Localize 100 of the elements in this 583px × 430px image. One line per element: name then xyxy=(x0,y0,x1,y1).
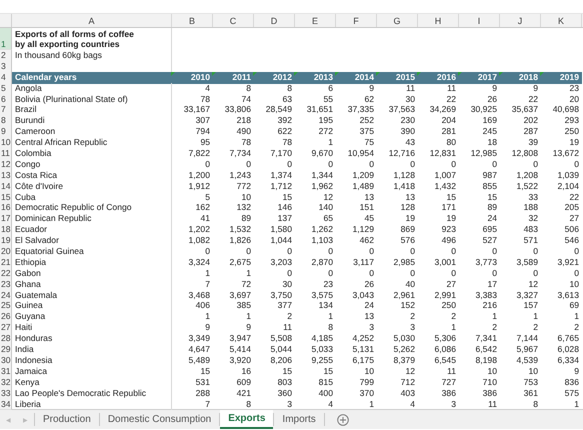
column-header[interactable]: K xyxy=(541,14,582,27)
row-header[interactable]: 34 xyxy=(0,398,12,410)
row-header[interactable]: 18 xyxy=(0,224,12,236)
row-header[interactable]: 29 xyxy=(0,344,12,356)
column-header[interactable]: C xyxy=(213,14,254,27)
table-cell: 1,243 xyxy=(229,170,251,180)
table-cell: 5,414 xyxy=(229,344,251,354)
table-cell: 7,341 xyxy=(475,333,497,344)
column-header[interactable]: J xyxy=(500,14,541,27)
table-cell: 3,327 xyxy=(516,290,538,300)
row-header[interactable]: 10 xyxy=(0,137,12,150)
table-cell: 7,170 xyxy=(270,148,292,158)
row-header[interactable]: 28 xyxy=(0,333,12,346)
table-cell: 11 xyxy=(447,366,456,376)
table-cell: 15 xyxy=(282,192,292,202)
row-header[interactable]: 25 xyxy=(0,300,12,312)
row-header[interactable]: 21 xyxy=(0,256,12,269)
column-header[interactable]: A xyxy=(12,14,172,27)
table-cell: 3,383 xyxy=(475,290,497,300)
table-cell: Honduras xyxy=(15,333,52,344)
table-cell: 13 xyxy=(405,192,415,202)
table-cell: Equatorial Guinea xyxy=(15,246,84,256)
column-header[interactable]: F xyxy=(336,14,377,27)
row-header[interactable]: 23 xyxy=(0,278,12,291)
row-header[interactable]: 19 xyxy=(0,235,12,248)
column-header[interactable]: B xyxy=(172,14,213,27)
table-cell: 1,103 xyxy=(311,235,333,246)
row-header[interactable]: 2 xyxy=(0,50,12,62)
table-cell: 0 xyxy=(205,158,210,169)
row-header[interactable]: 7 xyxy=(0,104,12,116)
row-header[interactable]: 11 xyxy=(0,148,12,160)
row-header[interactable]: 1 xyxy=(0,28,12,50)
table-cell: 2 xyxy=(574,322,579,332)
row-header[interactable]: 31 xyxy=(0,366,12,378)
table-cell: 252 xyxy=(360,115,374,126)
row-header[interactable]: 22 xyxy=(0,268,12,280)
row-header[interactable]: 4 xyxy=(0,72,12,84)
table-cell: 18 xyxy=(487,137,497,148)
table-cell: 10 xyxy=(528,366,538,376)
table-cell: 12 xyxy=(528,278,538,289)
table-cell: 869 xyxy=(400,224,415,234)
column-header[interactable]: D xyxy=(254,14,295,27)
sheet-tab[interactable]: Production xyxy=(35,410,99,430)
table-cell: 9 xyxy=(533,82,538,93)
table-cell: 41 xyxy=(200,213,210,224)
row-header[interactable]: 12 xyxy=(0,158,12,171)
table-cell: 0 xyxy=(410,268,415,278)
column-header[interactable]: G xyxy=(377,14,418,27)
table-cell: 3,921 xyxy=(557,256,579,267)
table-cell: Haiti xyxy=(15,322,32,332)
table-cell: 250 xyxy=(442,300,456,310)
column-header[interactable]: I xyxy=(459,14,500,27)
table-cell: 0 xyxy=(574,158,579,169)
table-cell: 24 xyxy=(487,213,497,224)
table-cell: 0 xyxy=(369,158,374,169)
column-header[interactable]: E xyxy=(295,14,336,27)
table-cell: 132 xyxy=(236,202,251,212)
row-header[interactable]: 16 xyxy=(0,202,12,214)
row-header[interactable]: 33 xyxy=(0,388,12,400)
table-cell: 24 xyxy=(364,300,374,310)
table-cell: 3,920 xyxy=(229,354,251,365)
add-sheet-icon[interactable] xyxy=(336,414,349,426)
table-cell: 753 xyxy=(524,376,538,387)
row-header[interactable]: 26 xyxy=(0,311,12,324)
table-cell: 3,697 xyxy=(229,290,251,300)
table-cell: 923 xyxy=(442,224,456,234)
row-header[interactable]: 17 xyxy=(0,213,12,226)
sheet-tab[interactable]: Exports xyxy=(220,410,274,430)
table-cell: 10 xyxy=(487,366,497,376)
sheet-tab[interactable]: Domestic Consumption xyxy=(100,410,220,430)
table-cell: 403 xyxy=(400,388,415,398)
row-header[interactable]: 30 xyxy=(0,354,12,367)
table-cell: 80 xyxy=(446,137,456,148)
row-header[interactable]: 3 xyxy=(0,60,12,73)
table-cell: 62 xyxy=(364,94,374,104)
table-cell: 3,203 xyxy=(270,256,292,267)
row-header[interactable]: 9 xyxy=(0,126,12,138)
table-cell: 11 xyxy=(283,322,292,332)
row-header[interactable]: 20 xyxy=(0,246,12,258)
sheet-title: Exports of all forms of coffee xyxy=(15,28,134,39)
error-indicator-icon xyxy=(458,72,462,76)
column-header[interactable]: H xyxy=(418,14,459,27)
table-cell: 483 xyxy=(524,224,538,234)
table-cell: 6,028 xyxy=(557,344,579,354)
row-header[interactable]: 8 xyxy=(0,115,12,128)
table-cell: 1,208 xyxy=(516,170,538,180)
table-cell: Kenya xyxy=(15,376,40,387)
error-indicator-icon xyxy=(417,72,421,76)
row-header[interactable]: 27 xyxy=(0,322,12,334)
row-header[interactable]: 32 xyxy=(0,376,12,389)
table-cell: 0 xyxy=(451,246,456,256)
row-header[interactable]: 13 xyxy=(0,170,12,182)
table-cell: 0 xyxy=(287,268,292,278)
row-header[interactable]: 14 xyxy=(0,180,12,193)
sheet-tab[interactable]: Imports xyxy=(274,410,324,430)
row-header[interactable]: 5 xyxy=(0,82,12,95)
table-cell: 400 xyxy=(318,388,333,398)
table-cell: 281 xyxy=(442,126,456,136)
table-cell: 22 xyxy=(569,192,579,202)
header-cell: 2015 xyxy=(396,72,415,82)
